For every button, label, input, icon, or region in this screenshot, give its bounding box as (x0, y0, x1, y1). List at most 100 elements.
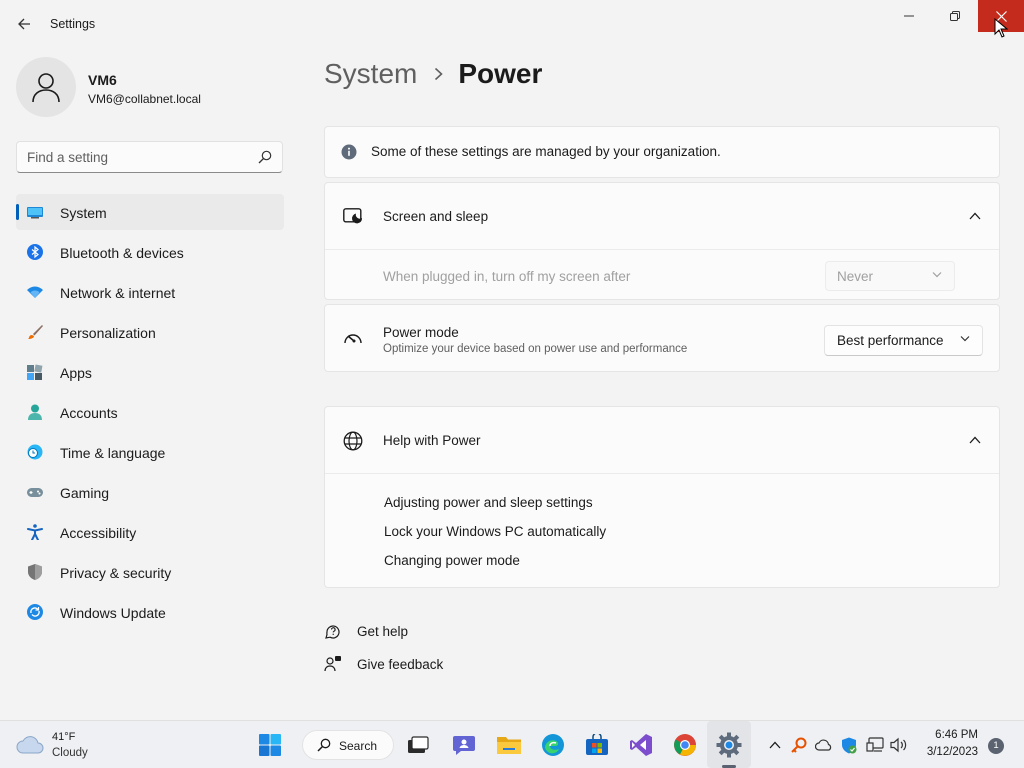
speaker-icon (890, 737, 907, 753)
restore-button[interactable] (932, 0, 978, 32)
sidebar-item-label: Apps (60, 365, 92, 381)
sidebar-item-gaming[interactable]: Gaming (16, 474, 284, 510)
screen-sleep-header[interactable]: Screen and sleep (325, 183, 999, 250)
screen-off-dropdown[interactable]: Never (825, 261, 955, 291)
sidebar-item-label: Bluetooth & devices (60, 245, 184, 261)
screen-sleep-title: Screen and sleep (383, 209, 489, 224)
search-input[interactable]: Find a setting (16, 141, 283, 173)
taskbar: 41°F Cloudy Search 6:46 PM 3/12/2023 1 (0, 720, 1024, 768)
task-view-icon (408, 736, 429, 753)
globe-clock-icon (27, 444, 43, 460)
weather-description: Cloudy (52, 747, 88, 759)
managed-info-banner: Some of these settings are managed by yo… (324, 126, 1000, 178)
sidebar-item-label: Time & language (60, 445, 166, 461)
avatar (16, 57, 76, 117)
key-tray-button[interactable] (790, 736, 808, 754)
sidebar-nav: System Bluetooth & devices Network & int… (16, 194, 284, 634)
chevron-up-icon[interactable] (969, 436, 981, 444)
window-title: Settings (50, 17, 96, 31)
security-tray-button[interactable] (840, 736, 858, 754)
help-link-power-mode[interactable]: Changing power mode (384, 553, 520, 568)
chevron-up-icon[interactable] (969, 212, 981, 220)
profile-email: VM6@collabnet.local (88, 92, 201, 106)
apps-icon (27, 364, 43, 380)
system-icon (27, 207, 43, 219)
sidebar-item-privacy[interactable]: Privacy & security (16, 554, 284, 590)
user-profile[interactable]: VM6 VM6@collabnet.local (16, 57, 286, 117)
sidebar-item-time-language[interactable]: Time & language (16, 434, 284, 470)
sidebar-item-label: Accessibility (60, 525, 137, 541)
search-icon (317, 738, 331, 752)
notification-badge[interactable]: 1 (988, 738, 1004, 754)
clock-date[interactable]: 3/12/2023 (920, 746, 978, 758)
security-shield-icon (842, 737, 857, 753)
start-button[interactable] (256, 731, 284, 759)
visual-studio-button[interactable] (627, 731, 655, 759)
screen-off-value: Never (837, 269, 874, 284)
sidebar-item-windows-update[interactable]: Windows Update (16, 594, 284, 630)
sidebar-item-bluetooth[interactable]: Bluetooth & devices (16, 234, 284, 270)
sidebar-item-apps[interactable]: Apps (16, 354, 284, 390)
screen-sleep-card: Screen and sleep When plugged in, turn o… (324, 182, 1000, 300)
info-icon (341, 144, 357, 160)
help-title: Help with Power (383, 433, 481, 448)
taskbar-search-label: Search (339, 739, 378, 753)
start-icon (259, 734, 281, 756)
sidebar-item-personalization[interactable]: Personalization (16, 314, 284, 350)
ethernet-monitor-icon (866, 737, 884, 752)
help-header[interactable]: Help with Power (325, 407, 999, 474)
file-explorer-icon (497, 737, 521, 754)
feedback-icon (324, 656, 341, 672)
sidebar-item-label: System (60, 205, 107, 221)
chat-button[interactable] (450, 731, 478, 759)
weather-temperature: 41°F (52, 731, 76, 743)
brush-icon (28, 325, 43, 339)
taskbar-search-button[interactable]: Search (302, 730, 394, 760)
network-tray-button[interactable] (866, 736, 884, 754)
task-view-button[interactable] (404, 731, 432, 759)
back-arrow-icon[interactable] (12, 12, 36, 36)
settings-taskbar-button[interactable] (715, 731, 743, 759)
person-icon (32, 73, 60, 103)
chrome-icon (674, 734, 696, 756)
weather-widget[interactable]: 41°F Cloudy (16, 731, 126, 761)
update-icon (27, 604, 43, 620)
minimize-button[interactable] (886, 0, 932, 32)
breadcrumb-parent-link[interactable]: System (324, 58, 417, 90)
sidebar-item-label: Personalization (60, 325, 156, 341)
chevron-down-icon (932, 272, 942, 278)
onedrive-cloud-icon (815, 739, 832, 751)
sidebar-item-label: Privacy & security (60, 565, 172, 581)
power-mode-dropdown[interactable]: Best performance (824, 325, 983, 356)
sidebar-item-system[interactable]: System (16, 194, 284, 230)
screen-off-label: When plugged in, turn off my screen afte… (383, 269, 631, 284)
help-link-lock-pc[interactable]: Lock your Windows PC automatically (384, 524, 606, 539)
show-hidden-icons-button[interactable] (766, 736, 784, 754)
page-title: Power (458, 58, 543, 89)
sidebar-item-network[interactable]: Network & internet (16, 274, 284, 310)
volume-tray-button[interactable] (890, 736, 908, 754)
sidebar-item-label: Windows Update (60, 605, 166, 621)
file-explorer-button[interactable] (495, 731, 523, 759)
speedometer-icon (344, 334, 362, 344)
help-chat-icon (325, 625, 340, 639)
search-icon (258, 150, 272, 169)
get-help-link[interactable]: Get help (324, 622, 408, 640)
clock-time[interactable]: 6:46 PM (930, 729, 978, 741)
help-link-power-sleep[interactable]: Adjusting power and sleep settings (384, 495, 593, 510)
store-icon (586, 734, 608, 755)
breadcrumb: System Power (324, 58, 542, 90)
store-button[interactable] (583, 731, 611, 759)
chrome-button[interactable] (671, 731, 699, 759)
sidebar-item-accounts[interactable]: Accounts (16, 394, 284, 430)
minimize-icon (904, 15, 914, 17)
gamepad-icon (27, 488, 43, 497)
onedrive-tray-button[interactable] (815, 736, 833, 754)
cloud-icon (16, 736, 44, 754)
info-banner-text: Some of these settings are managed by yo… (371, 144, 721, 159)
sidebar-item-accessibility[interactable]: Accessibility (16, 514, 284, 550)
give-feedback-label: Give feedback (357, 656, 444, 672)
give-feedback-link[interactable]: Give feedback (324, 655, 443, 673)
edge-button[interactable] (539, 731, 567, 759)
help-with-power-card: Help with Power Adjusting power and slee… (324, 406, 1000, 588)
